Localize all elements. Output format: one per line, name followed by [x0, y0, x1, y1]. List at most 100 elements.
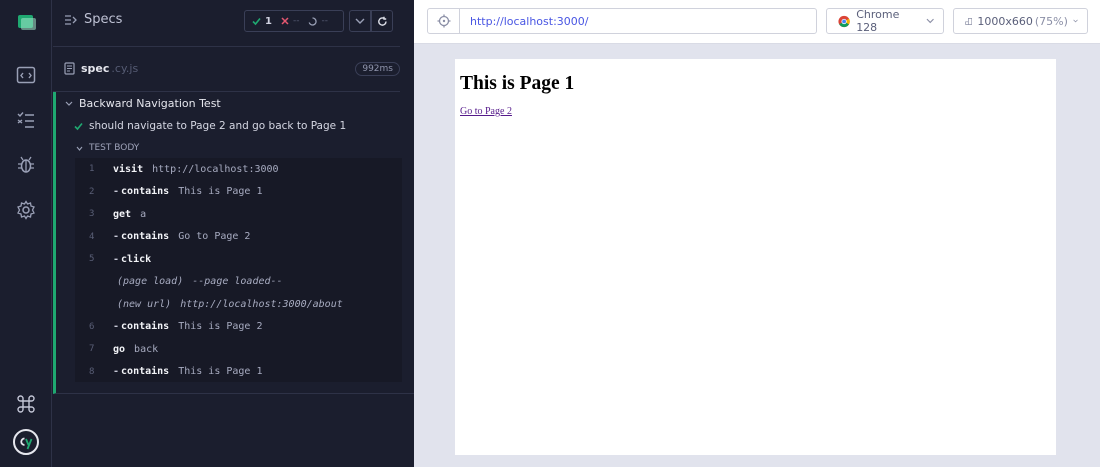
bug-icon — [18, 156, 34, 173]
chevron-down-icon — [926, 18, 934, 24]
command-row[interactable]: 5 click — [75, 248, 402, 270]
command-row[interactable]: 4 contains Go to Page 2 — [75, 226, 402, 248]
specs-label: Specs — [84, 12, 123, 27]
command-number: 6 — [89, 321, 95, 332]
command-message: http://localhost:3000 — [152, 163, 279, 175]
command-name: contains — [113, 321, 169, 332]
browser-name: Chrome 128 — [856, 8, 900, 34]
event-message: http://localhost:3000/about — [180, 298, 343, 310]
viewport-info[interactable]: 1000x660 (75%) — [953, 8, 1088, 34]
nav-debug[interactable] — [0, 143, 52, 187]
command-message: This is Page 1 — [178, 366, 263, 377]
nav-specs[interactable] — [0, 53, 52, 97]
command-name: visit — [113, 163, 144, 175]
app-icon — [18, 15, 36, 30]
viewport-size: 1000x660 — [977, 14, 1033, 28]
sidebar-nav — [0, 0, 52, 467]
selector-playground-button[interactable] — [428, 9, 460, 33]
command-log: 1 visit http://localhost:3000 2 contains… — [75, 158, 402, 382]
spec-file-name: spec — [81, 62, 110, 75]
command-name: go — [113, 343, 126, 355]
command-number: 4 — [89, 231, 95, 242]
pending-count: -- — [321, 16, 328, 26]
command-name: click — [113, 254, 151, 265]
command-row[interactable]: 6 contains This is Page 2 — [75, 316, 402, 338]
command-number: 7 — [89, 344, 95, 354]
spec-file-header: spec .cy.js 992ms — [53, 46, 400, 92]
aut-iframe: This is Page 1 Go to Page 2 — [455, 59, 1056, 455]
suite-title: Backward Navigation Test — [79, 97, 221, 110]
gear-icon — [17, 200, 35, 220]
event-name: (page load) — [117, 276, 184, 287]
app-logo[interactable] — [0, 0, 52, 44]
chevron-down-icon — [65, 101, 73, 106]
command-message: back — [134, 343, 159, 355]
test-stats: 1 -- -- — [244, 10, 344, 32]
spec-duration: 992ms — [355, 62, 400, 76]
test-header[interactable]: should navigate to Page 2 and go back to… — [74, 120, 346, 132]
pending-stat: -- — [299, 16, 328, 26]
test-body-toggle[interactable]: TEST BODY — [76, 143, 139, 153]
x-icon — [281, 17, 289, 25]
checklist-icon — [17, 112, 34, 128]
page-2-link[interactable]: Go to Page 2 — [460, 106, 512, 117]
command-row[interactable]: 1 visit http://localhost:3000 — [75, 158, 402, 180]
passed-stat: 1 — [245, 16, 272, 27]
command-row[interactable]: 3 get a — [75, 203, 402, 225]
chevron-down-icon — [76, 146, 83, 151]
command-message: This is Page 2 — [178, 321, 263, 332]
test-title: should navigate to Page 2 and go back to… — [89, 120, 347, 132]
event-row[interactable]: (page load) --page loaded-- — [75, 271, 402, 293]
command-number: 2 — [89, 186, 95, 197]
aut-header: http://localhost:3000/ Chrome 128 1000x6… — [414, 0, 1100, 44]
specs-list-icon — [65, 14, 77, 25]
command-name: contains — [113, 366, 169, 377]
document-icon — [64, 62, 75, 75]
rerun-button[interactable] — [371, 10, 393, 32]
nav-settings[interactable] — [0, 188, 52, 232]
url-bar[interactable]: http://localhost:3000/ — [427, 8, 817, 34]
page-heading: This is Page 1 — [460, 73, 575, 94]
spec-file[interactable]: spec .cy.js — [64, 62, 138, 75]
check-icon — [252, 17, 261, 25]
nav-runs[interactable] — [0, 98, 52, 142]
command-message: a — [140, 208, 147, 220]
chevron-down-icon — [355, 18, 365, 24]
cypress-icon — [13, 429, 39, 455]
command-message: Go to Page 2 — [178, 231, 251, 242]
expand-collapse-button[interactable] — [349, 10, 371, 32]
passed-count: 1 — [265, 15, 272, 27]
reporter-header: Specs 1 -- -- — [53, 0, 414, 44]
command-number: 3 — [89, 209, 95, 219]
viewport-icon — [965, 17, 973, 25]
command-message: This is Page 1 — [178, 186, 263, 197]
event-row[interactable]: (new url) http://localhost:3000/about — [75, 293, 402, 315]
chevron-down-icon — [1073, 19, 1078, 23]
failed-stat: -- — [272, 16, 299, 26]
aut-panel: http://localhost:3000/ Chrome 128 1000x6… — [414, 0, 1100, 467]
command-row[interactable]: 7 go back — [75, 338, 402, 360]
cypress-logo[interactable] — [0, 420, 52, 464]
command-number: 5 — [89, 254, 95, 264]
command-name: contains — [113, 231, 169, 242]
command-row[interactable]: 8 contains This is Page 1 — [75, 361, 402, 383]
viewport-scale: (75%) — [1034, 14, 1068, 28]
check-icon — [74, 122, 83, 130]
refresh-icon — [377, 16, 387, 26]
command-row[interactable]: 2 contains This is Page 1 — [75, 181, 402, 203]
spec-file-ext: .cy.js — [111, 62, 139, 75]
url-text: http://localhost:3000/ — [470, 15, 589, 28]
specs-toggle[interactable]: Specs — [64, 12, 122, 27]
suite-block: Backward Navigation Test should navigate… — [53, 92, 414, 394]
command-name: contains — [113, 186, 169, 197]
suite-header[interactable]: Backward Navigation Test — [65, 97, 221, 110]
event-name: (new url) — [117, 298, 172, 310]
code-window-icon — [16, 66, 36, 84]
reporter-panel: Specs 1 -- -- spec .cy.js 992ms Backward… — [53, 0, 414, 467]
browser-selector[interactable]: Chrome 128 — [826, 8, 944, 34]
command-key-icon — [17, 395, 35, 413]
chrome-icon — [838, 15, 850, 27]
command-name: get — [113, 208, 132, 220]
command-number: 8 — [89, 366, 95, 377]
event-message: --page loaded-- — [192, 276, 283, 287]
